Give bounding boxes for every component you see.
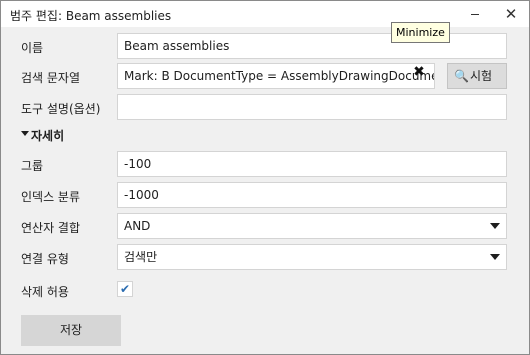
minimize-tooltip: Minimize — [391, 22, 450, 43]
checkmark-icon: ✔ — [119, 282, 131, 296]
link-type-label: 연결 유형 — [21, 252, 69, 266]
search-string-input[interactable]: Mark: B DocumentType = AssemblyDrawingDo… — [117, 63, 435, 89]
tooltip-input[interactable] — [117, 94, 507, 120]
close-button[interactable]: ✕ — [501, 4, 521, 24]
index-sort-label: 인덱스 분류 — [21, 190, 81, 204]
allow-delete-checkbox[interactable]: ✔ — [117, 281, 133, 297]
link-type-select[interactable]: 검색만 — [117, 244, 507, 270]
group-input[interactable]: -100 — [117, 151, 507, 177]
window-title: 범주 편집: Beam assemblies — [10, 9, 172, 23]
operator-select[interactable]: AND — [117, 213, 507, 239]
close-icon: ✕ — [504, 5, 518, 23]
clear-icon[interactable]: ✖ — [412, 64, 426, 80]
details-section-header[interactable]: 자세히 — [31, 127, 64, 144]
allow-delete-label: 삭제 허용 — [21, 285, 69, 299]
name-label: 이름 — [21, 41, 44, 55]
chevron-down-icon[interactable] — [490, 223, 500, 229]
test-button-label: 시험 — [470, 69, 493, 83]
group-label: 그룹 — [21, 159, 44, 173]
caret-down-icon[interactable] — [21, 131, 29, 136]
operator-label: 연산자 결합 — [21, 221, 81, 235]
index-sort-input[interactable]: -1000 — [117, 182, 507, 208]
search-string-label: 검색 문자열 — [21, 71, 81, 85]
chevron-down-icon[interactable] — [490, 254, 500, 260]
tooltip-label: 도구 설명(옵션) — [21, 102, 101, 116]
search-icon: 🔍 — [454, 69, 469, 83]
minimize-button[interactable] — [466, 5, 484, 23]
save-button[interactable]: 저장 — [21, 315, 121, 346]
test-button[interactable]: 🔍 시험 — [447, 63, 507, 89]
dialog-window: 범주 편집: Beam assemblies ✕ 이름 Beam assembl… — [0, 0, 530, 355]
